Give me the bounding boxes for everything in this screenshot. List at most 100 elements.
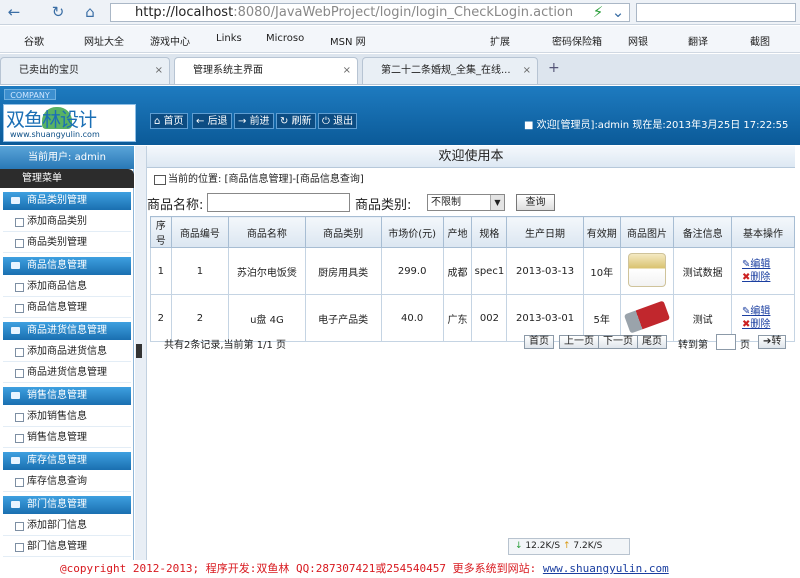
edit-link[interactable]: ✎编辑: [732, 305, 794, 318]
delete-link[interactable]: ✖删除: [732, 318, 794, 331]
close-icon[interactable]: ×: [523, 58, 531, 83]
back-icon[interactable]: ←: [4, 2, 24, 22]
prev-page-button[interactable]: 上一页: [559, 335, 599, 349]
record-summary: 共有2条记录,当前第 1/1 页: [164, 340, 286, 351]
logout-button[interactable]: ⏻ 退出: [318, 113, 358, 129]
upload-icon: ↑: [562, 541, 571, 551]
column-header: 商品名称: [228, 216, 306, 248]
bookmark-item[interactable]: Links: [216, 33, 242, 44]
sidebar-item[interactable]: 商品进货信息管理: [3, 362, 131, 383]
bookmark-item[interactable]: 密码保险箱: [552, 33, 602, 48]
network-speed: ↓ 12.2K/S ↑ 7.2K/S: [508, 538, 630, 555]
column-header: 市场价(元): [380, 216, 444, 248]
column-header: 商品图片: [619, 216, 675, 248]
close-icon[interactable]: ×: [343, 58, 351, 83]
browser-tab-active[interactable]: 管理系统主界面 ×: [174, 57, 358, 84]
section-header[interactable]: 库存信息管理: [3, 452, 131, 470]
refresh-icon[interactable]: ↻: [48, 2, 68, 22]
sidebar-item[interactable]: 添加商品进货信息: [3, 341, 131, 362]
home-button[interactable]: ⌂ 首页: [150, 113, 188, 129]
sidebar-item[interactable]: 添加商品信息: [3, 276, 131, 297]
sidebar-item[interactable]: 部门信息管理: [3, 536, 131, 557]
section-header[interactable]: 销售信息管理: [3, 387, 131, 405]
column-header: 商品编号: [170, 216, 230, 248]
sidebar-item[interactable]: 库存信息查询: [3, 471, 131, 492]
cell-spec: spec1: [471, 247, 508, 295]
category-select[interactable]: 不限制 ▼: [427, 194, 505, 211]
section-header[interactable]: 部门信息管理: [3, 496, 131, 514]
bookmark-item[interactable]: 谷歌: [24, 33, 44, 48]
cell-date: 2013-03-13: [506, 247, 584, 295]
last-page-button[interactable]: 尾页: [637, 335, 667, 349]
cell-price: 299.0: [380, 247, 444, 295]
forward-button[interactable]: → 前进: [234, 113, 274, 129]
product-name-input[interactable]: [207, 193, 350, 212]
home-icon[interactable]: ⌂: [80, 2, 100, 22]
back-button[interactable]: ← 后退: [192, 113, 232, 129]
bookmark-item[interactable]: 网址大全: [84, 33, 124, 48]
bookmark-item[interactable]: 网银: [628, 33, 648, 48]
close-icon[interactable]: ×: [155, 58, 163, 83]
url-path: :8080/JavaWebProject/login/login_CheckLo…: [233, 5, 574, 20]
tab-label: 管理系统主界面: [193, 65, 263, 76]
collapse-arrow-icon[interactable]: [136, 344, 142, 358]
company-label: COMPANY: [4, 89, 56, 100]
sidebar-item[interactable]: 销售信息管理: [3, 427, 131, 448]
bookmark-item[interactable]: 截图: [750, 33, 770, 48]
browser-tab[interactable]: 第二十二条婚规_全集_在线... ×: [362, 57, 538, 84]
section-header[interactable]: 商品信息管理: [3, 257, 131, 275]
page-number-input[interactable]: [716, 334, 736, 350]
new-tab-icon[interactable]: +: [548, 60, 560, 76]
edit-link[interactable]: ✎编辑: [732, 258, 794, 271]
cell-code: 1: [170, 247, 230, 295]
cell-actions: ✎编辑 ✖删除: [731, 247, 795, 295]
search-box[interactable]: [636, 3, 796, 22]
address-toolbar: ← ↻ ⌂ http://localhost:8080/JavaWebProje…: [0, 0, 800, 25]
dropdown-icon[interactable]: ⌄: [608, 2, 628, 22]
sidebar-item[interactable]: 添加销售信息: [3, 406, 131, 427]
browser-tabs: 已卖出的宝贝 × 管理系统主界面 × 第二十二条婚规_全集_在线... × +: [0, 54, 800, 85]
bookmark-item[interactable]: Microso: [266, 33, 304, 44]
cell-name: 苏泊尔电饭煲: [228, 247, 306, 295]
sidebar-item[interactable]: 添加商品类别: [3, 211, 131, 232]
sidebar-item[interactable]: 商品信息管理: [3, 297, 131, 318]
tab-label: 已卖出的宝贝: [19, 65, 79, 76]
section-header[interactable]: 商品进货信息管理: [3, 322, 131, 340]
cell-category: 厨房用具类: [304, 247, 382, 295]
cell-note: 测试数据: [673, 247, 733, 295]
product-table: 序号 商品编号 商品名称 商品类别 市场价(元) 产地 规格 生产日期 有效期 …: [150, 216, 795, 342]
sidebar: 当前用户: admin 管理菜单 商品类别管理 添加商品类别 商品类别管理 商品…: [0, 146, 134, 560]
next-page-button[interactable]: 下一页: [598, 335, 638, 349]
sidebar-item[interactable]: 添加部门信息: [3, 515, 131, 536]
bookmark-item[interactable]: MSN 网: [330, 33, 366, 48]
breadcrumb: 当前的位置: [商品信息管理]-[商品信息查询]: [152, 171, 792, 188]
chevron-down-icon: ▼: [490, 195, 504, 210]
refresh-button[interactable]: ↻ 刷新: [276, 113, 316, 129]
menu-title: 管理菜单: [0, 169, 134, 188]
tab-label: 第二十二条婚规_全集_在线...: [381, 65, 511, 76]
table-row: 1 1 苏泊尔电饭煲 厨房用具类 299.0 成都 spec1 2013-03-…: [150, 247, 795, 295]
go-button[interactable]: ➔转: [758, 335, 787, 349]
lightning-icon[interactable]: ⚡: [588, 2, 608, 22]
filter-bar: 商品名称: 商品类别: 不限制 ▼ 查询: [147, 192, 795, 213]
browser-tab[interactable]: 已卖出的宝贝 ×: [0, 57, 170, 84]
bookmark-item[interactable]: 扩展: [490, 33, 510, 48]
name-label: 商品名称:: [147, 198, 204, 213]
page-label: 页: [740, 340, 750, 351]
footer: @copyright 2012-2013; 程序开发:双鱼林 QQ:287307…: [0, 560, 800, 578]
first-page-button[interactable]: 首页: [524, 335, 554, 349]
cell-origin: 成都: [442, 247, 473, 295]
sidebar-item[interactable]: 商品类别管理: [3, 232, 131, 253]
download-icon: ↓: [515, 541, 523, 551]
url-field[interactable]: http://localhost:8080/JavaWebProject/log…: [110, 3, 630, 22]
section-header[interactable]: 商品类别管理: [3, 192, 131, 210]
bookmark-item[interactable]: 游戏中心: [150, 33, 190, 48]
bookmark-item[interactable]: 翻译: [688, 33, 708, 48]
delete-link[interactable]: ✖删除: [732, 271, 794, 284]
site-link[interactable]: www.shuangyulin.com: [543, 562, 669, 575]
column-header: 序号: [150, 216, 172, 248]
column-header: 生产日期: [506, 216, 584, 248]
query-button[interactable]: 查询: [516, 194, 555, 211]
cell-image: [619, 247, 675, 295]
column-header: 产地: [442, 216, 473, 248]
